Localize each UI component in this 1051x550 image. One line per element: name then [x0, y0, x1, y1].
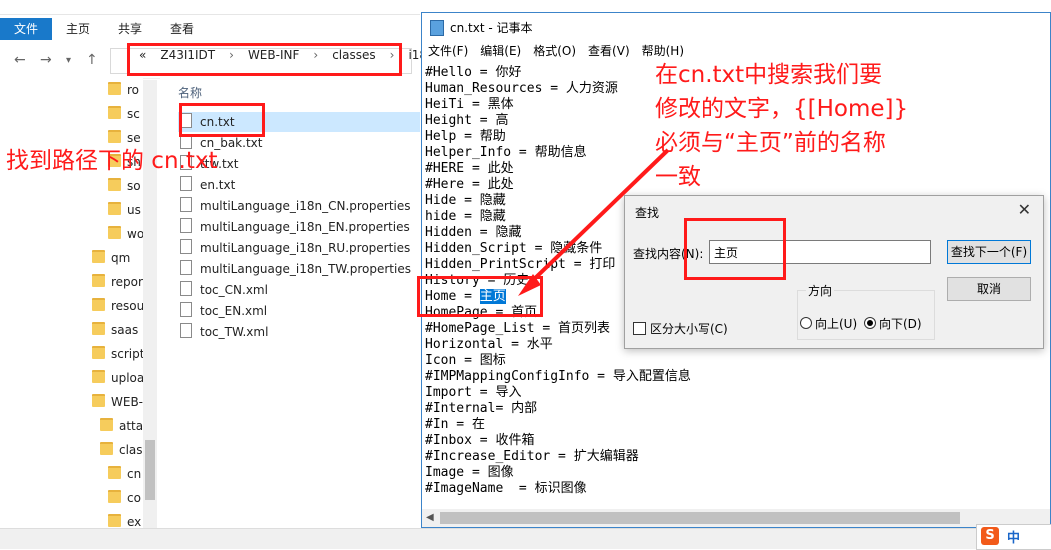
sogou-logo-icon: S — [981, 527, 999, 545]
ime-indicator[interactable]: S 中 — [976, 524, 1051, 550]
ime-language: 中 — [1007, 531, 1021, 546]
annotation-arrow-line — [526, 148, 670, 287]
annotation-arrow — [518, 148, 670, 296]
